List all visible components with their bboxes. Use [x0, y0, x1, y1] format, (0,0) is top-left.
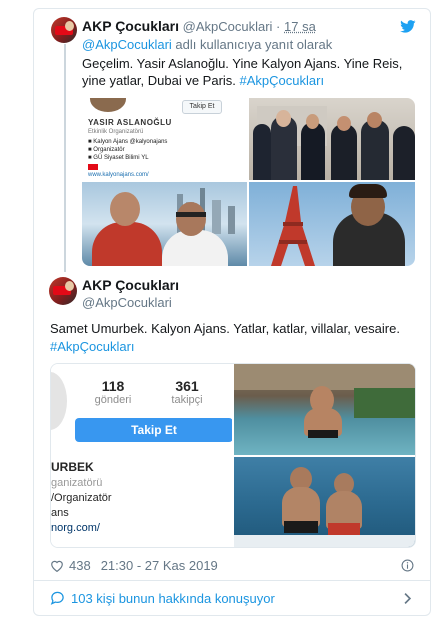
profile-line: ganizatörü — [51, 477, 103, 489]
media-pool-photo[interactable] — [234, 364, 415, 455]
profile-card-line: ■ GÜ Siyaset Bilimi YL — [88, 155, 149, 161]
profile-card-name: YASIR ASLANOĞLU — [88, 118, 172, 127]
reply-suffix: adlı kullanıcıya yanıt olarak — [171, 37, 333, 52]
tweet1-media-grid[interactable]: Takip Et YASIR ASLANOĞLU Etkinlik Organi… — [82, 98, 415, 266]
hashtag-link[interactable]: #AkpÇocukları — [50, 338, 420, 356]
tweet-time[interactable]: 17 sa — [284, 19, 316, 34]
media-profile-card[interactable]: Takip Et YASIR ASLANOĞLU Etkinlik Organi… — [82, 98, 247, 180]
conversation-label: 103 kişi bunun hakkında konuşuyor — [71, 590, 275, 606]
author-handle[interactable]: @AkpCocuklari — [82, 295, 172, 310]
followers-count: 361 — [175, 378, 199, 394]
tweet-timestamp[interactable]: 21:30 - 27 Kas 2019 — [101, 558, 218, 573]
author-handle[interactable]: @AkpCocuklari — [183, 19, 273, 34]
profile-card-line: ■ Organizatör — [88, 147, 125, 153]
info-icon[interactable] — [401, 559, 414, 572]
profile-name-fragment: URBEK — [51, 460, 94, 474]
footer-divider — [34, 580, 430, 581]
author-name[interactable]: AKP Çocukları — [82, 18, 179, 34]
media-group-photo[interactable] — [249, 98, 415, 180]
profile-card-line: ■ Kalyon Ajans @kalyonajans — [88, 139, 168, 145]
reply-context: @AkpCocuklari adlı kullanıcıya yanıt ola… — [82, 37, 332, 52]
tweet2-body: Samet Umurbek. Kalyon Ajans. Yatlar, kat… — [50, 321, 400, 336]
media-dubai-selfie[interactable] — [82, 182, 247, 266]
conversation-link[interactable]: 103 kişi bunun hakkında konuşuyor — [50, 589, 416, 607]
profile-card-url: www.kalyonajans.com/ — [88, 172, 149, 178]
media-paris-photo[interactable] — [249, 182, 415, 266]
chevron-right-icon[interactable] — [403, 592, 412, 605]
media-instagram-profile[interactable]: 118 gönderi 361 takipçi Takip Et URBEK g… — [51, 364, 232, 547]
posts-count: 118 — [101, 378, 125, 394]
media-boat-photo[interactable] — [234, 457, 415, 547]
tweet1-header: AKP Çocukları @AkpCocuklari · 17 sa — [82, 18, 316, 34]
instagram-follow-button: Takip Et — [75, 418, 232, 442]
posts-label: gönderi — [94, 394, 132, 406]
thread-line — [64, 44, 66, 272]
tweet2-media-grid[interactable]: 118 gönderi 361 takipçi Takip Et URBEK g… — [50, 363, 416, 548]
separator: · — [276, 19, 281, 34]
followers-label: takipçi — [171, 394, 203, 406]
tweet2-text: Samet Umurbek. Kalyon Ajans. Yatlar, kat… — [50, 320, 420, 356]
tweet1-text: Geçelim. Yasir Aslanoğlu. Yine Kalyon Aj… — [82, 55, 412, 89]
heart-icon[interactable] — [50, 559, 64, 572]
tweet2-author: AKP Çocukları — [82, 277, 179, 295]
comment-icon — [50, 591, 64, 605]
tweet-footer: 438 21:30 - 27 Kas 2019 — [50, 556, 416, 574]
avatar[interactable] — [49, 277, 77, 305]
profile-line: ans — [51, 507, 69, 519]
avatar[interactable] — [51, 17, 77, 43]
like-count[interactable]: 438 — [69, 558, 91, 573]
twitter-bird-icon[interactable] — [400, 20, 416, 33]
hashtag-link[interactable]: #AkpÇocukları — [240, 73, 325, 88]
profile-line: norg.com/ — [51, 522, 100, 534]
profile-line: /Organizatör — [51, 492, 112, 504]
follow-button-image: Takip Et — [182, 100, 222, 114]
profile-card-subtitle: Etkinlik Organizatörü — [88, 129, 144, 135]
tweet2-handle-row: @AkpCocuklari — [82, 294, 172, 312]
reply-mention-link[interactable]: @AkpCocuklari — [82, 37, 172, 52]
author-name[interactable]: AKP Çocukları — [82, 277, 179, 293]
